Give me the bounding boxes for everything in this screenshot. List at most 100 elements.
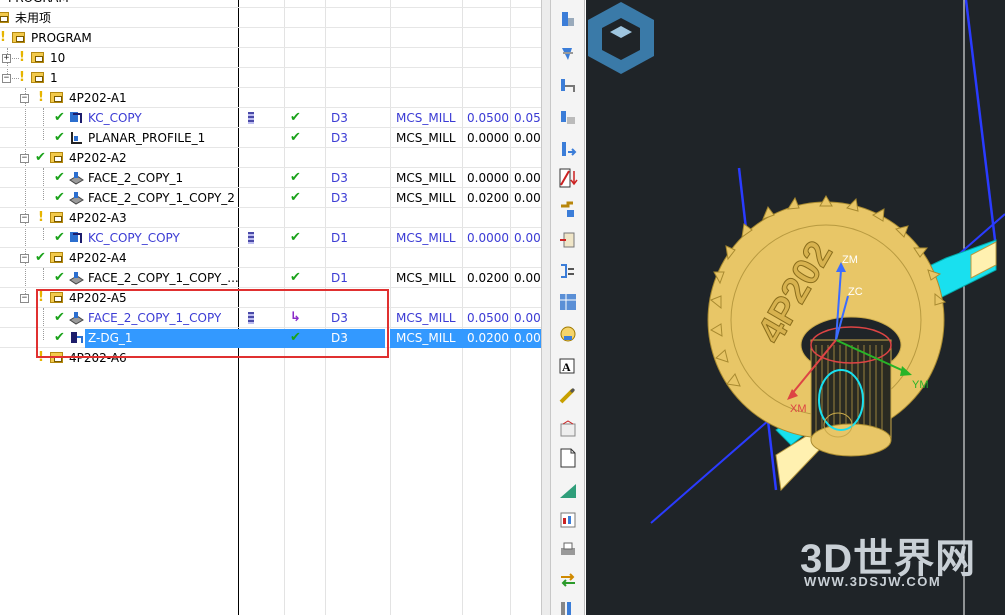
vertical-toolbar: A <box>551 0 585 615</box>
table-row[interactable]: ✔ FACE_2_COPY_1_COPY_2 ✔ D3 MCS_MILL 0.0… <box>0 188 541 208</box>
row-name: PLANAR_PROFILE_1 <box>88 131 206 145</box>
check-icon: ✔ <box>54 170 65 185</box>
geometry-cell: MCS_MILL <box>396 111 456 125</box>
mill-operation-icon <box>69 108 84 128</box>
watermark-logo-icon <box>588 2 654 74</box>
axis-label-ym: YM <box>912 379 929 391</box>
report-icon[interactable] <box>556 508 580 532</box>
tree-row-group-1[interactable]: − ! 1 <box>0 68 541 88</box>
row-name: PROGRAM <box>31 31 92 45</box>
hole-icon[interactable] <box>556 259 580 283</box>
folder-icon <box>50 148 63 168</box>
table-header: PROGRAM <box>0 0 541 8</box>
text-icon[interactable]: A <box>556 354 580 378</box>
row-name: 4P202-A3 <box>69 211 127 225</box>
folder-icon <box>0 8 9 28</box>
stock-cell: 0.000 <box>514 271 541 285</box>
collapse-icon[interactable]: − <box>20 294 29 303</box>
row-name: 1 <box>50 71 58 85</box>
expand-icon[interactable]: + <box>2 54 11 63</box>
header-label: PROGRAM <box>8 0 69 8</box>
table-row[interactable]: ✔ PLANAR_PROFILE_1 ✔ D3 MCS_MILL 0.0000 … <box>0 128 541 148</box>
row-name: FACE_2_COPY_1_COPY_... <box>88 271 239 285</box>
lightbulb-icon: ! <box>19 70 25 85</box>
geometry-cell: MCS_MILL <box>396 311 456 325</box>
stock-cell: 0.000 <box>514 191 541 205</box>
verify-icon[interactable] <box>556 322 580 346</box>
cavity-mill-icon[interactable] <box>556 106 580 130</box>
face-mill-icon <box>69 168 84 188</box>
graphics-viewport[interactable]: 4P202 ZM ZC YM XM 3D世界网 WWW.3DSJW.COM <box>586 0 1005 615</box>
check-icon: ✔ <box>290 230 301 245</box>
axis-label-zm: ZM <box>842 254 858 266</box>
plunge-icon[interactable] <box>556 138 580 162</box>
status-cell: D1 <box>331 231 348 245</box>
operation-navigator: PROGRAM 未用项 ! PROGRAM + ! 10 − ! 1 − ! 4… <box>0 0 541 615</box>
library-icon[interactable] <box>556 596 580 615</box>
edit-tool-icon[interactable] <box>556 198 580 222</box>
stock-cell: 0.0200 <box>467 271 509 285</box>
geometry-cell: MCS_MILL <box>396 131 456 145</box>
tree-row-unused[interactable]: 未用项 <box>0 8 541 28</box>
row-name: 4P202-A2 <box>69 151 127 165</box>
collapse-icon[interactable]: − <box>20 154 29 163</box>
model-view: 4P202 ZM ZC YM XM <box>650 0 1005 615</box>
toolbox-icon <box>248 228 254 248</box>
z-level-icon[interactable] <box>556 74 580 98</box>
table-row[interactable]: ✔ KC_COPY ✔ D3 MCS_MILL 0.0500 0.050 <box>0 108 541 128</box>
check-icon: ✔ <box>35 150 46 165</box>
lightbulb-icon: ! <box>0 30 6 45</box>
table-row[interactable]: ✔ KC_COPY_COPY ✔ D1 MCS_MILL 0.0000 0.00… <box>0 228 541 248</box>
folder-icon <box>31 68 44 88</box>
status-cell: D3 <box>331 191 348 205</box>
tree-row-group-a2[interactable]: − ✔ 4P202-A2 <box>0 148 541 168</box>
status-cell: D3 <box>331 171 348 185</box>
check-icon: ✔ <box>290 130 301 145</box>
clamp-icon[interactable] <box>556 228 580 252</box>
row-name: KC_COPY <box>88 111 142 125</box>
tree-row-group-10[interactable]: + ! 10 <box>0 48 541 68</box>
tree-row-group-a4[interactable]: − ✔ 4P202-A4 <box>0 248 541 268</box>
tree-row-group-a3[interactable]: − ! 4P202-A3 <box>0 208 541 228</box>
tree-row-group-a1[interactable]: − ! 4P202-A1 <box>0 88 541 108</box>
stock-cell: 0.000 <box>514 231 541 245</box>
stock-cell: 0.000 <box>514 331 541 345</box>
postprocess-icon[interactable] <box>556 416 580 440</box>
table-row[interactable]: ✔ FACE_2_COPY_1_COPY_... ✔ D1 MCS_MILL 0… <box>0 268 541 288</box>
printer-icon[interactable] <box>556 538 580 562</box>
table-row[interactable]: ✔ FACE_2_COPY_1 ✔ D3 MCS_MILL 0.0000 0.0… <box>0 168 541 188</box>
drill-icon[interactable] <box>556 42 580 66</box>
mill-contour-icon[interactable] <box>556 8 580 32</box>
svg-text:A: A <box>562 360 571 374</box>
mcs-icon[interactable] <box>556 290 580 314</box>
check-icon: ✔ <box>290 110 301 125</box>
status-cell: D3 <box>331 131 348 145</box>
check-icon: ✔ <box>290 270 301 285</box>
row-name: 4P202-A4 <box>69 251 127 265</box>
stock-cell: 0.000 <box>514 311 541 325</box>
stock-cell: 0.0500 <box>467 311 509 325</box>
axis-label-xm: XM <box>790 403 807 415</box>
tool-icon[interactable] <box>556 384 580 408</box>
tree-row-program[interactable]: ! PROGRAM <box>0 28 541 48</box>
collapse-icon[interactable]: − <box>20 254 29 263</box>
tool-path-icon[interactable] <box>556 166 580 190</box>
panel-splitter[interactable] <box>541 0 551 615</box>
geometry-cell: MCS_MILL <box>396 171 456 185</box>
collapse-icon[interactable]: − <box>20 214 29 223</box>
stock-icon[interactable] <box>556 478 580 502</box>
document-icon[interactable] <box>556 446 580 470</box>
check-icon: ✔ <box>290 190 301 205</box>
transform-icon[interactable] <box>556 568 580 592</box>
check-icon: ✔ <box>54 270 65 285</box>
face-mill-icon <box>69 188 84 208</box>
collapse-icon[interactable]: − <box>2 74 11 83</box>
check-icon: ✔ <box>290 170 301 185</box>
row-name: FACE_2_COPY_1_COPY_2 <box>88 191 235 205</box>
check-icon: ✔ <box>54 130 65 145</box>
watermark-url: WWW.3DSJW.COM <box>804 574 942 589</box>
stock-cell: 0.0000 <box>467 231 509 245</box>
collapse-icon[interactable]: − <box>20 94 29 103</box>
status-cell: D1 <box>331 271 348 285</box>
geometry-cell: MCS_MILL <box>396 191 456 205</box>
